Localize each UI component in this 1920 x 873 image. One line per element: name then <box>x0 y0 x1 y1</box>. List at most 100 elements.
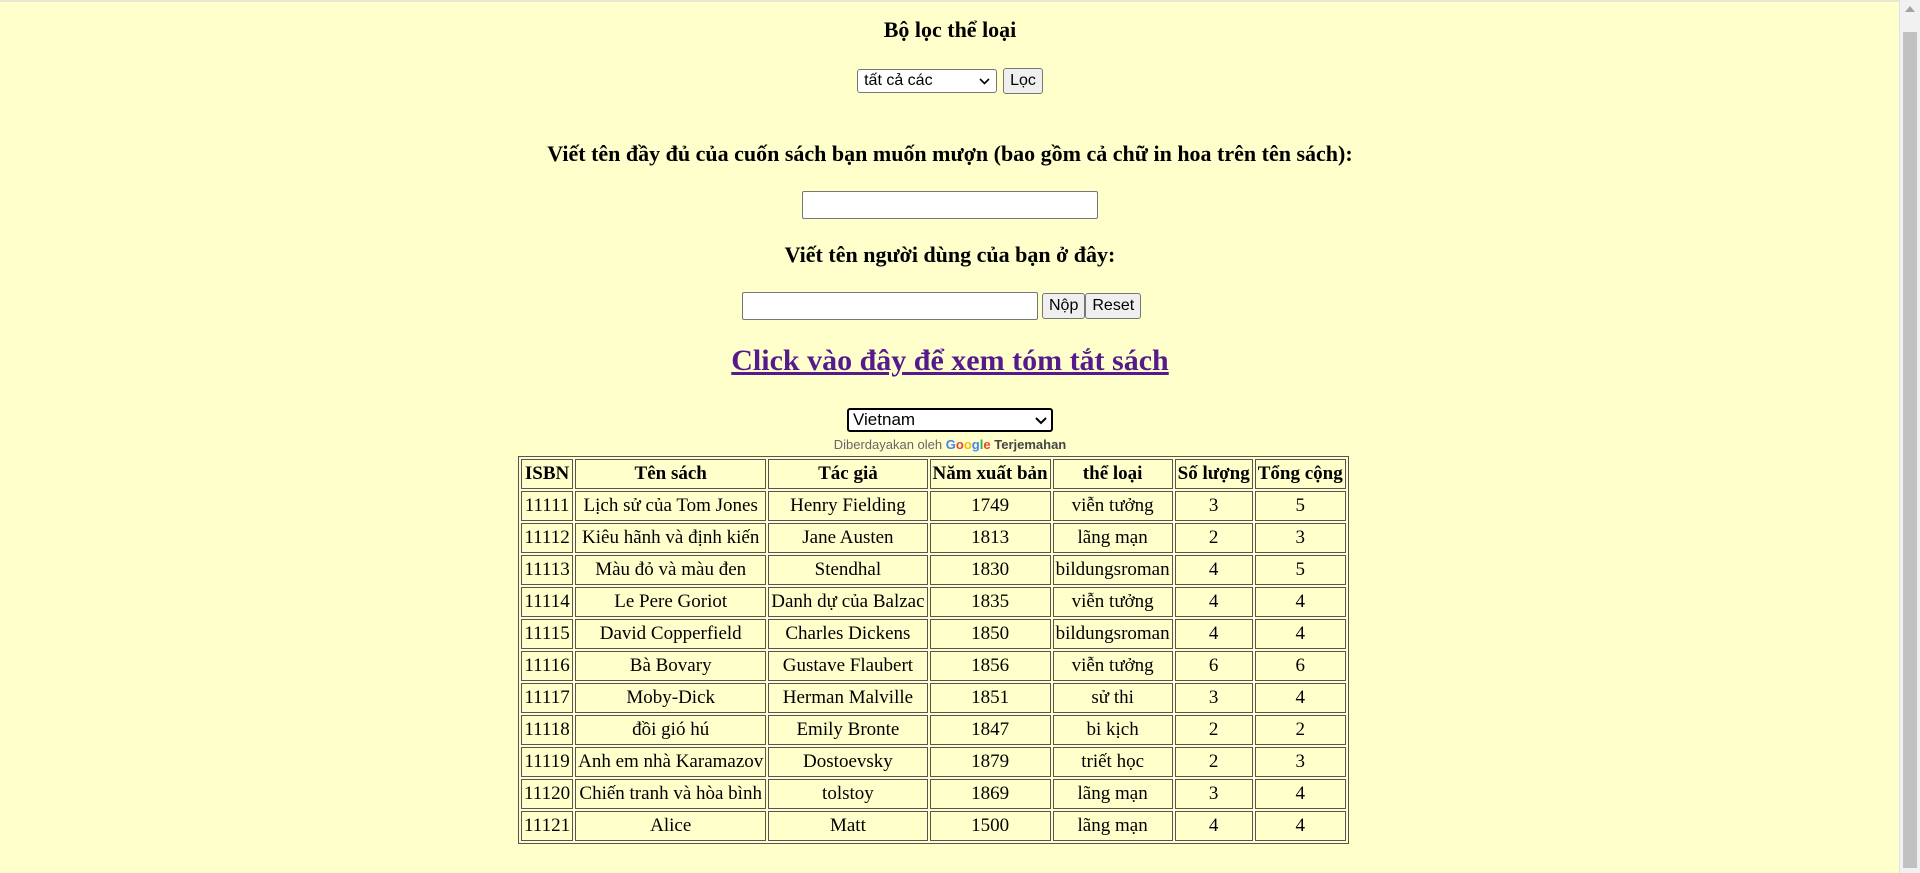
table-row: 11111 Lịch sử của Tom Jones Henry Fielding… <box>521 491 1346 521</box>
table-cell: 1830 <box>929 555 1051 585</box>
table-cell: 11118 <box>521 715 574 745</box>
table-cell: Jane Austen <box>768 523 928 553</box>
table-row: 11119 Anh em nhà Karamazov Dostoevsky 1879 t… <box>521 747 1346 777</box>
table-cell: Emily Bronte <box>768 715 928 745</box>
table-cell: 11116 <box>521 651 574 681</box>
table-cell: Le Pere Goriot <box>575 587 767 617</box>
table-cell: 1835 <box>929 587 1051 617</box>
username-input[interactable] <box>742 292 1038 320</box>
google-translate-attribution: Diberdayakan oleh Google Terjemahan <box>0 437 1900 452</box>
table-row: 11116 Bà Bovary Gustave Flaubert 1856 viễn t… <box>521 651 1346 681</box>
table-body: 11111 Lịch sử của Tom Jones Henry Fielding… <box>521 491 1346 841</box>
username-row: Nộp Reset <box>742 292 1142 320</box>
table-cell: 11117 <box>521 683 574 713</box>
table-cell: 1851 <box>929 683 1051 713</box>
table-cell: 4 <box>1254 811 1346 841</box>
table-cell: Danh dự của Balzac <box>768 587 928 617</box>
table-cell: viễn tưởng <box>1052 491 1173 521</box>
column-header: Tác giả <box>768 459 928 489</box>
table-cell: 11121 <box>521 811 574 841</box>
google-logo[interactable]: Google <box>946 437 991 452</box>
table-row: 11120 Chiến tranh và hòa bình tolstoy 1869 l… <box>521 779 1346 809</box>
table-cell: Charles Dickens <box>768 619 928 649</box>
language-select[interactable]: Vietnam <box>847 408 1053 432</box>
table-cell: 11115 <box>521 619 574 649</box>
scroll-up-arrow-icon[interactable] <box>1905 6 1915 12</box>
column-header: Năm xuất bản <box>929 459 1051 489</box>
translate-link[interactable]: Terjemahan <box>994 437 1066 452</box>
table-cell: tolstoy <box>768 779 928 809</box>
table-cell: 1749 <box>929 491 1051 521</box>
table-cell: Matt <box>768 811 928 841</box>
column-header: Số lượng <box>1174 459 1253 489</box>
table-cell: 11111 <box>521 491 574 521</box>
table-cell: 3 <box>1254 523 1346 553</box>
column-header: thể loại <box>1052 459 1173 489</box>
table-cell: 2 <box>1174 523 1253 553</box>
table-cell: Anh em nhà Karamazov <box>575 747 767 777</box>
book-name-input[interactable] <box>802 191 1098 219</box>
column-header: Tên sách <box>575 459 767 489</box>
table-row: 11118 đồi gió hú Emily Bronte 1847 bi kịch 2 2 <box>521 715 1346 745</box>
top-border <box>0 0 1900 2</box>
table-cell: lãng mạn <box>1052 811 1173 841</box>
table-cell: 11119 <box>521 747 574 777</box>
scrollbar-thumb[interactable] <box>1903 32 1917 868</box>
table-cell: bi kịch <box>1052 715 1173 745</box>
powered-by-text: Diberdayakan oleh <box>833 437 943 452</box>
genre-filter-row: tất cả các Lọc <box>0 68 1900 94</box>
table-cell: viễn tưởng <box>1052 651 1173 681</box>
table-cell: 11120 <box>521 779 574 809</box>
books-table: ISBN Tên sách Tác giả Năm xuất bản thể loại S… <box>518 456 1349 844</box>
table-cell: David Copperfield <box>575 619 767 649</box>
username-heading: Viết tên người dùng của bạn ở đây: <box>784 242 1116 267</box>
table-cell: 5 <box>1254 491 1346 521</box>
table-cell: 3 <box>1174 491 1253 521</box>
table-cell: 1856 <box>929 651 1051 681</box>
table-cell: Henry Fielding <box>768 491 928 521</box>
table-row: 11115 David Copperfield Charles Dickens 185… <box>521 619 1346 649</box>
table-cell: 4 <box>1174 555 1253 585</box>
table-row: 11113 Màu đỏ và màu đen Stendhal 1830 bildun… <box>521 555 1346 585</box>
table-cell: 4 <box>1174 811 1253 841</box>
table-cell: bildungsroman <box>1052 619 1173 649</box>
submit-button[interactable]: Nộp <box>1042 293 1086 319</box>
table-cell: 4 <box>1254 683 1346 713</box>
filter-button[interactable]: Lọc <box>1003 68 1043 94</box>
column-header: Tổng cộng <box>1254 459 1346 489</box>
book-name-heading: Viết tên đầy đủ của cuốn sách bạn muốn m… <box>547 141 1353 166</box>
genre-filter-heading: Bộ lọc thể loại <box>883 17 1017 42</box>
table-cell: 11113 <box>521 555 574 585</box>
table-cell: Dostoevsky <box>768 747 928 777</box>
table-cell: 1847 <box>929 715 1051 745</box>
genre-select[interactable]: tất cả các <box>857 69 998 93</box>
table-cell: Lịch sử của Tom Jones <box>575 491 767 521</box>
table-cell: Màu đỏ và màu đen <box>575 555 767 585</box>
chevron-down-icon <box>1035 410 1047 430</box>
table-cell: 2 <box>1174 747 1253 777</box>
genre-select-value: tất cả các <box>864 72 933 89</box>
table-cell: 11112 <box>521 523 574 553</box>
book-summary-link[interactable]: Click vào đây để xem tóm tắt sách <box>0 344 1900 378</box>
table-cell: 1869 <box>929 779 1051 809</box>
table-cell: Bà Bovary <box>575 651 767 681</box>
table-cell: Herman Malville <box>768 683 928 713</box>
table-cell: 3 <box>1174 779 1253 809</box>
table-cell: 1813 <box>929 523 1051 553</box>
reset-button[interactable]: Reset <box>1085 293 1142 319</box>
table-cell: Gustave Flaubert <box>768 651 928 681</box>
table-cell: 4 <box>1254 779 1346 809</box>
table-cell: sử thi <box>1052 683 1173 713</box>
table-cell: Alice <box>575 811 767 841</box>
table-cell: 4 <box>1174 619 1253 649</box>
table-cell: 4 <box>1254 587 1346 617</box>
table-cell: 1850 <box>929 619 1051 649</box>
table-cell: Chiến tranh và hòa bình <box>575 779 767 809</box>
table-header-row: ISBN Tên sách Tác giả Năm xuất bản thể loại S… <box>521 459 1346 489</box>
vertical-scrollbar[interactable] <box>1899 0 1920 873</box>
table-cell: 6 <box>1174 651 1253 681</box>
table-cell: viễn tưởng <box>1052 587 1173 617</box>
table-cell: 5 <box>1254 555 1346 585</box>
chevron-down-icon <box>979 72 990 90</box>
table-cell: 11114 <box>521 587 574 617</box>
